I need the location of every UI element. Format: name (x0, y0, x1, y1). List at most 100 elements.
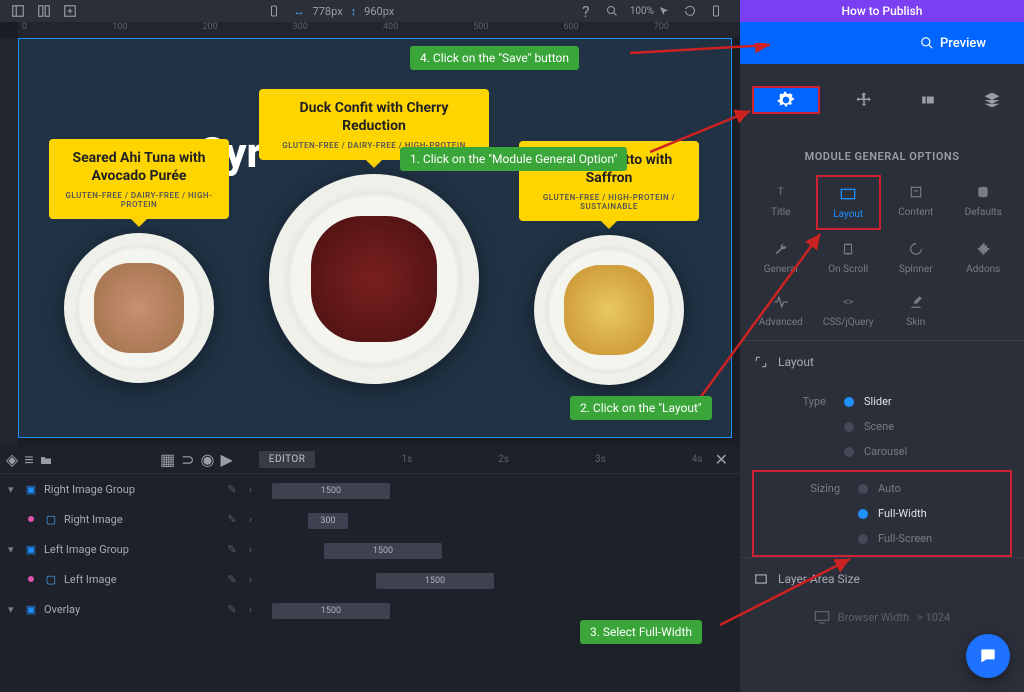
dish-center[interactable]: Duck Confit with Cherry ReductionGLUTEN-… (259, 89, 489, 384)
opt-content[interactable]: Content (883, 175, 949, 230)
pointer-icon[interactable] (654, 1, 674, 21)
scroll-icon (839, 240, 857, 258)
opt-label: Title (771, 207, 790, 218)
undo-icon[interactable] (680, 1, 700, 21)
search-icon (920, 36, 934, 50)
monitor-icon (814, 610, 830, 624)
sizing-fullwidth[interactable]: Full-Width (754, 501, 1010, 526)
timeline-bar[interactable]: 300 (308, 513, 348, 529)
opt-general[interactable]: General (748, 232, 814, 283)
sizing-auto[interactable]: SizingAuto (754, 476, 1010, 501)
layer-name: Right Image (64, 513, 123, 526)
opt-label: Advanced (759, 317, 803, 328)
gear-icon (776, 90, 796, 110)
right-panel: MODULE GENERAL OPTIONS TTitle Layout Con… (740, 136, 1024, 692)
opt-addons[interactable]: Addons (951, 232, 1017, 283)
panel-icon[interactable] (8, 1, 28, 21)
type-scene[interactable]: Scene (740, 414, 1024, 439)
timeline-track[interactable]: 1500 (260, 536, 740, 566)
radio-text: Full-Screen (878, 532, 932, 545)
chevron-down-icon: ▾ (8, 603, 18, 616)
preview-button[interactable]: Preview (882, 22, 1024, 64)
radio-text: Slider (864, 395, 892, 408)
panel-title: MODULE GENERAL OPTIONS (740, 136, 1024, 171)
zoom-level: 100% (630, 6, 654, 17)
tab-navigation[interactable] (832, 64, 896, 136)
eye-icon[interactable]: ◉ (200, 450, 214, 469)
dish-right[interactable]: Lobster Risotto with SaffronGLUTEN-FREE … (519, 141, 699, 385)
opt-defaults[interactable]: Defaults (951, 175, 1017, 230)
timeline-bar[interactable]: 1500 (376, 573, 494, 589)
timeline-bar[interactable]: 1500 (324, 543, 442, 559)
edit-icon[interactable]: ✎ (227, 603, 236, 616)
chevron-right-icon: › (249, 573, 252, 586)
tab-slides[interactable] (896, 64, 960, 136)
edit-icon[interactable]: ✎ (227, 483, 236, 496)
how-to-publish-banner[interactable]: How to Publish (740, 0, 1024, 22)
tab-layers[interactable] (960, 64, 1024, 136)
timeline-track[interactable]: 300 (260, 506, 740, 536)
canvas-width[interactable]: 778px (313, 5, 343, 18)
pulse-icon (772, 293, 790, 311)
timeline-row[interactable]: ▾▣Left Image Group✎› (0, 534, 260, 564)
chevron-right-icon: › (249, 513, 252, 526)
opt-advanced[interactable]: Advanced (748, 285, 814, 336)
preview-label: Preview (940, 36, 986, 51)
opt-skin[interactable]: Skin (883, 285, 949, 336)
dish-tags: GLUTEN-FREE / DAIRY-FREE / HIGH-PROTEIN (61, 191, 217, 209)
layer-area-section[interactable]: Layer Area Size (740, 557, 1024, 600)
opt-label: CSS/jQuery (823, 317, 874, 328)
edit-icon[interactable]: ✎ (227, 573, 236, 586)
columns-icon[interactable] (34, 1, 54, 21)
edit-icon[interactable]: ✎ (227, 513, 236, 526)
sizing-fullscreen[interactable]: Full-Screen (754, 526, 1010, 551)
bw-value: > 1024 (917, 611, 950, 624)
toolbar: ↔ 778px ↕ 960px ? 100% (0, 0, 740, 22)
timeline-row[interactable]: ▢Right Image✎› (0, 504, 260, 534)
spinner-icon (907, 240, 925, 258)
opt-spinner[interactable]: Spinner (883, 232, 949, 283)
add-icon[interactable] (60, 1, 80, 21)
opt-label: Addons (966, 264, 1000, 275)
device-icon[interactable] (706, 1, 726, 21)
section-label: Layer Area Size (778, 572, 860, 586)
timeline-bar[interactable]: 1500 (272, 483, 390, 499)
opt-css[interactable]: <>CSS/jQuery (816, 285, 882, 336)
timeline-row[interactable]: ▾▣Right Image Group✎› (0, 474, 260, 504)
opt-onscroll[interactable]: On Scroll (816, 232, 882, 283)
dish-title: Seared Ahi Tuna with Avocado Purée (61, 149, 217, 185)
tab-general[interactable] (752, 86, 820, 114)
timeline-track[interactable]: 1500 (260, 566, 740, 596)
timeline-bar[interactable]: 1500 (272, 603, 390, 619)
list-icon[interactable]: ≡ (24, 450, 33, 470)
save-button-area[interactable] (740, 22, 882, 64)
zoom-icon[interactable] (602, 1, 622, 21)
image-icon: ▢ (44, 572, 58, 586)
close-icon[interactable]: ✕ (709, 450, 734, 469)
chat-button[interactable] (966, 634, 1010, 678)
time-tick: 1s (401, 454, 412, 465)
area-icon (754, 572, 768, 586)
canvas[interactable]: Syr Seared Ahi Tuna with Avocado PuréeGL… (18, 38, 732, 438)
layers-icon[interactable]: ◈ (6, 450, 18, 469)
opt-title[interactable]: TTitle (748, 175, 814, 230)
mobile-icon[interactable] (264, 1, 284, 21)
magnet-icon[interactable]: ⊃ (181, 450, 194, 469)
timeline-track[interactable]: 1500 (260, 476, 740, 506)
canvas-height[interactable]: 960px (364, 5, 394, 18)
type-carousel[interactable]: Carousel (740, 439, 1024, 464)
play-icon[interactable]: ▶ (220, 450, 232, 469)
folder-icon[interactable] (40, 455, 52, 465)
grid-icon[interactable]: ▦ (160, 450, 175, 469)
type-slider[interactable]: TypeSlider (740, 389, 1024, 414)
dish-left[interactable]: Seared Ahi Tuna with Avocado Purée GLUTEN… (49, 139, 229, 383)
opt-layout[interactable]: Layout (816, 175, 882, 230)
action-row: Preview (740, 22, 1024, 64)
layout-section-header[interactable]: Layout (740, 340, 1024, 383)
timeline-row[interactable]: ▾▣Overlay✎› (0, 594, 260, 624)
help-icon[interactable]: ? (576, 1, 596, 21)
edit-icon[interactable]: ✎ (227, 543, 236, 556)
slides-icon (919, 93, 937, 107)
timeline-tree: ▾▣Right Image Group✎› ▢ Right Image ✎ › ▾▣Lef… (0, 474, 260, 626)
timeline-row[interactable]: ▢Left Image✎› (0, 564, 260, 594)
